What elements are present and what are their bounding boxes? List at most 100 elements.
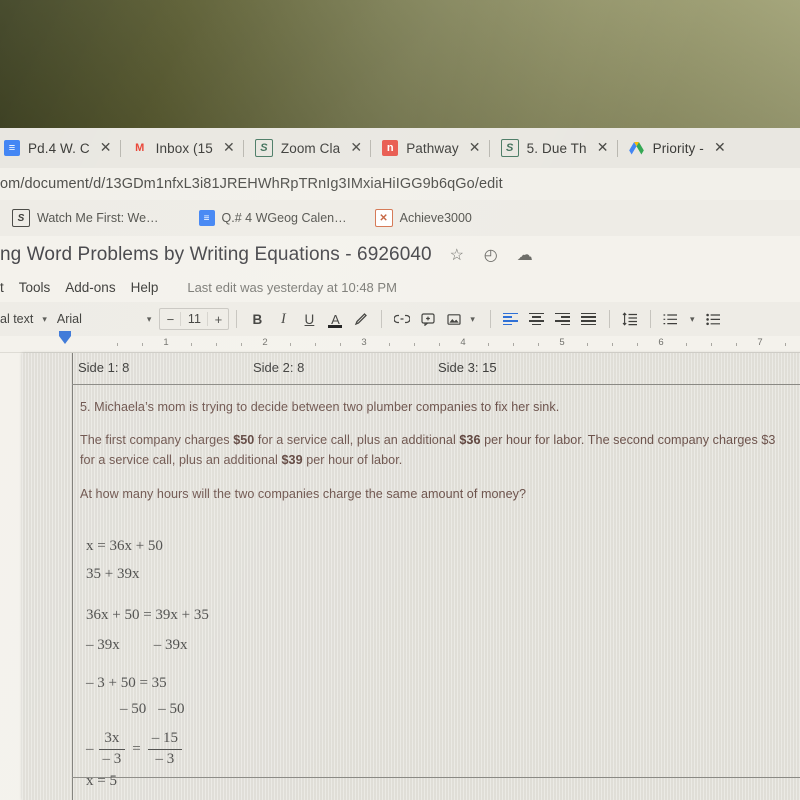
- close-icon[interactable]: ✕: [222, 140, 236, 155]
- align-right-icon: [555, 312, 571, 326]
- chevron-down-icon[interactable]: ▾: [42, 314, 47, 325]
- tab-title: 5. Due Th: [526, 140, 587, 156]
- fraction-left-numerator: 3x: [104, 730, 120, 746]
- work-line-6-left: – 50: [120, 701, 147, 717]
- sides-row: Side 1: 8 Side 2: 8 Side 3: 15: [78, 360, 678, 380]
- document-page[interactable]: Side 1: 8 Side 2: 8 Side 3: 15 5. Michae…: [22, 353, 800, 800]
- insert-image-icon[interactable]: [443, 308, 465, 330]
- font-size-stepper[interactable]: − 11 +: [159, 308, 230, 330]
- align-justify-button[interactable]: [578, 308, 600, 330]
- google-docs-icon: ≡: [198, 210, 215, 226]
- paragraph-style-dropdown[interactable]: al text: [0, 312, 33, 326]
- move-to-folder-icon[interactable]: ◴: [482, 245, 500, 265]
- bookmark-watch-me-first[interactable]: S Watch Me First: We…: [12, 209, 159, 227]
- tab-divider: [119, 139, 121, 157]
- menu-item-add-ons[interactable]: Add-ons: [65, 280, 115, 295]
- amount-50: $50: [233, 433, 255, 447]
- toolbar-divider: [381, 310, 383, 328]
- insert-link-icon[interactable]: [391, 308, 413, 330]
- body-text-part: for a service call, plus an additional: [80, 453, 282, 467]
- align-right-button[interactable]: [552, 308, 574, 330]
- work-line-1: x = 36x + 50: [86, 538, 163, 554]
- increase-font-size-button[interactable]: +: [208, 312, 228, 327]
- underline-button[interactable]: U: [298, 308, 320, 330]
- work-line-6: – 50 – 50: [120, 701, 185, 718]
- tab-title: Inbox (15: [155, 140, 213, 156]
- line-spacing-icon[interactable]: [619, 308, 641, 330]
- ruler-number: 6: [658, 337, 664, 348]
- table-left-border: [72, 353, 74, 800]
- toolbar-divider: [608, 310, 610, 328]
- body-text-part: per hour for labor. The second company c…: [480, 433, 776, 447]
- page-title[interactable]: ng Word Problems by Writing Equations - …: [0, 244, 432, 266]
- browser-tab-0[interactable]: ≡ Pd.4 W. C ✕: [0, 132, 117, 164]
- problem-body-line-2: for a service call, plus an additional $…: [80, 453, 402, 468]
- tab-divider: [488, 139, 490, 157]
- browser-tab-2[interactable]: S Zoom Cla ✕: [247, 132, 367, 164]
- work-line-5: – 3 + 50 = 35: [86, 675, 167, 691]
- chevron-down-icon[interactable]: ▾: [690, 314, 695, 325]
- bold-button[interactable]: B: [246, 308, 268, 330]
- screenshot-root: ≡ Pd.4 W. C ✕ M Inbox (15 ✕ S Zoom Cla ✕…: [0, 0, 800, 800]
- decrease-font-size-button[interactable]: −: [160, 312, 180, 327]
- chevron-down-icon[interactable]: ▾: [470, 314, 475, 325]
- menu-item-truncated[interactable]: t: [0, 280, 4, 295]
- problem-question-text: At how many hours will the two companies…: [80, 487, 527, 501]
- close-icon[interactable]: ✕: [713, 140, 727, 155]
- browser-tab-1[interactable]: M Inbox (15 ✕: [124, 132, 240, 164]
- font-family-dropdown[interactable]: Arial: [57, 312, 147, 326]
- amount-36: $36: [459, 433, 481, 447]
- highlight-color-icon[interactable]: [350, 308, 372, 330]
- bookmark-label: Achieve3000: [399, 211, 472, 225]
- schoology-icon: S: [12, 209, 30, 227]
- browser-chrome: ≡ Pd.4 W. C ✕ M Inbox (15 ✕ S Zoom Cla ✕…: [0, 128, 800, 236]
- checklist-icon[interactable]: [660, 308, 682, 330]
- table-top-border: [72, 384, 800, 386]
- fraction-left: 3x – 3: [98, 730, 126, 768]
- achieve3000-icon: ✕: [374, 209, 393, 227]
- last-edit-status[interactable]: Last edit was yesterday at 10:48 PM: [187, 280, 397, 295]
- browser-tab-4[interactable]: S 5. Due Th ✕: [493, 132, 614, 164]
- address-bar[interactable]: om/document/d/13GDm1nfxL3i81JREHWhRpTRnI…: [0, 168, 800, 200]
- close-icon[interactable]: ✕: [99, 140, 113, 155]
- bulleted-list-icon[interactable]: [702, 308, 724, 330]
- menu-item-help[interactable]: Help: [131, 280, 159, 295]
- document-ruler[interactable]: 1 2 3 4 5 6 7: [0, 331, 800, 353]
- work-fraction-equation: – 3x – 3 = – 15 – 3: [86, 730, 182, 768]
- font-size-value[interactable]: 11: [180, 312, 209, 326]
- align-left-button[interactable]: [500, 308, 522, 330]
- fraction-leading-minus: –: [86, 740, 94, 757]
- side-3-value: Side 3: 15: [438, 360, 497, 375]
- problem-intro-text: 5. Michaela’s mom is trying to decide be…: [80, 400, 560, 414]
- docs-toolbar: al text ▾ Arial ▾ − 11 + B I U A ▾ ▾: [0, 302, 800, 336]
- ruler-number: 1: [163, 337, 169, 348]
- text-color-button[interactable]: A: [324, 308, 346, 330]
- cloud-saved-icon[interactable]: ☁: [516, 245, 534, 265]
- bookmark-label: Watch Me First: We…: [37, 211, 159, 225]
- bookmarks-bar: S Watch Me First: We… ≡ Q.# 4 WGeog Cale…: [0, 200, 800, 236]
- fraction-left-denominator: – 3: [102, 750, 122, 767]
- work-line-4: – 39x – 39x: [86, 637, 188, 654]
- chevron-down-icon[interactable]: ▾: [147, 314, 152, 325]
- star-icon[interactable]: ☆: [448, 245, 466, 265]
- close-icon[interactable]: ✕: [349, 140, 363, 155]
- menu-item-tools[interactable]: Tools: [19, 280, 51, 295]
- tab-divider: [616, 139, 618, 157]
- close-icon[interactable]: ✕: [468, 140, 482, 155]
- browser-tab-3[interactable]: n Pathway ✕: [374, 132, 485, 164]
- browser-tab-5[interactable]: Priority - ✕: [621, 132, 731, 164]
- bookmark-label: Q.# 4 WGeog Calen…: [221, 211, 347, 225]
- bookmark-achieve3000[interactable]: ✕ Achieve3000: [374, 209, 472, 227]
- left-indent-marker-icon[interactable]: [59, 336, 71, 344]
- work-answer: x = 5: [86, 773, 117, 789]
- add-comment-icon[interactable]: [417, 308, 439, 330]
- align-center-button[interactable]: [526, 308, 548, 330]
- align-left-icon: [503, 312, 519, 326]
- work-line-6-right: – 50: [158, 701, 185, 717]
- bookmark-wgeog-calendar[interactable]: ≡ Q.# 4 WGeog Calen…: [198, 210, 347, 226]
- italic-button[interactable]: I: [272, 308, 294, 330]
- table-bottom-border: [72, 777, 800, 779]
- fraction-bar: [147, 748, 182, 750]
- tab-title: Priority -: [652, 140, 704, 156]
- close-icon[interactable]: ✕: [596, 140, 610, 155]
